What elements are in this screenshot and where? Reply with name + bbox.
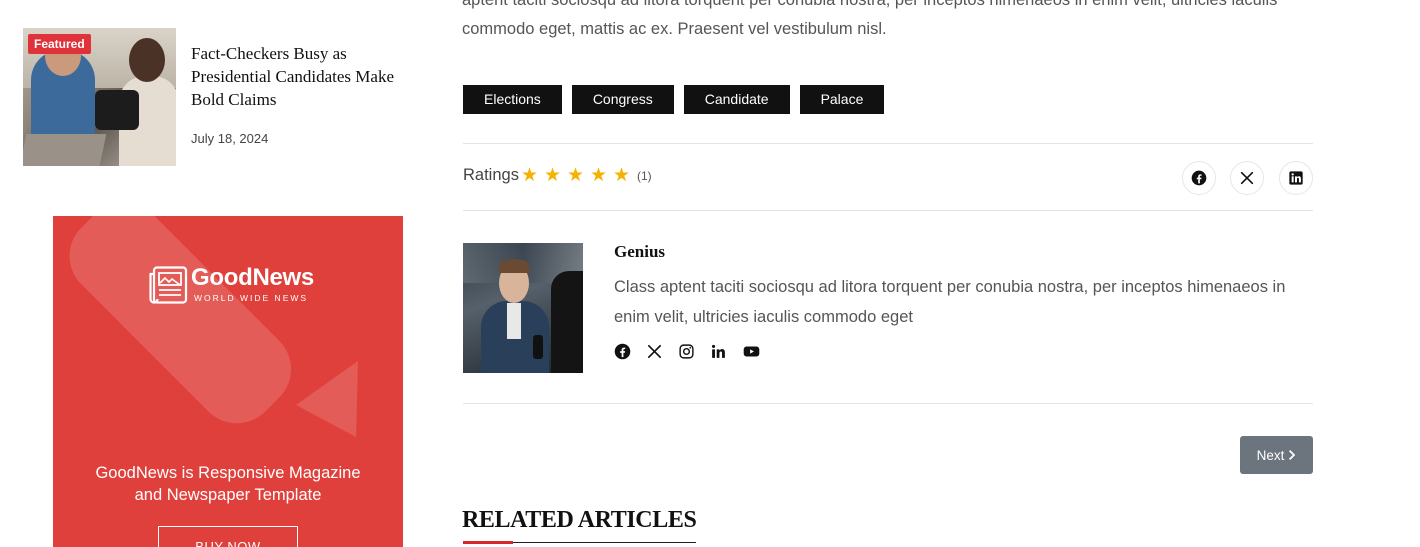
next-label: Next (1256, 447, 1285, 463)
linkedin-icon (1289, 171, 1303, 185)
author-avatar[interactable] (463, 243, 583, 373)
divider (463, 403, 1313, 404)
x-icon (647, 344, 662, 359)
author-instagram-link[interactable] (678, 343, 695, 364)
star-icon[interactable]: ★ (544, 166, 562, 185)
author-x-link[interactable] (646, 343, 663, 364)
author-bio: Class aptent taciti sociosqu ad litora t… (614, 278, 1286, 326)
ad-logo: GoodNews WORLD WIDE NEWS (148, 264, 318, 306)
star-icon[interactable]: ★ (521, 166, 539, 185)
author-name[interactable]: Genius (614, 242, 665, 262)
facebook-icon (614, 343, 631, 360)
instagram-icon (679, 344, 694, 359)
x-icon (1240, 171, 1254, 185)
article-tags: Elections Congress Candidate Palace (463, 85, 885, 114)
article-body-tail: aptent taciti sociosqu ad litora torquen… (462, 0, 1278, 38)
facebook-icon (1191, 170, 1207, 186)
tag-elections[interactable]: Elections (463, 85, 562, 114)
ad-tagline: WORLD WIDE NEWS (194, 293, 309, 303)
ad-description: GoodNews is Responsive Magazine and News… (95, 464, 361, 504)
tag-congress[interactable]: Congress (571, 85, 674, 114)
author-social-links (614, 343, 761, 364)
heading-accent-bar (463, 541, 513, 544)
youtube-icon (743, 346, 760, 357)
divider (463, 143, 1313, 144)
author-youtube-link[interactable] (742, 343, 761, 364)
next-post-button[interactable]: Next (1240, 436, 1313, 474)
author-linkedin-link[interactable] (710, 343, 727, 364)
star-icon[interactable]: ★ (567, 166, 585, 185)
sidebar-ad-banner[interactable]: GoodNews WORLD WIDE NEWS GoodNews is Res… (53, 216, 403, 547)
featured-post-title[interactable]: Fact-Checkers Busy as Presidential Candi… (191, 42, 423, 111)
sidebar-featured-post[interactable]: Featured Fact-Checkers Busy as President… (23, 28, 423, 168)
related-articles-heading: RELATED ARTICLES (462, 507, 697, 533)
ratings-label: Ratings (463, 166, 519, 184)
author-facebook-link[interactable] (614, 343, 631, 364)
buy-now-button[interactable]: BUY NOW (158, 526, 298, 547)
ratings-count: (1) (637, 169, 652, 183)
share-linkedin-button[interactable] (1279, 161, 1313, 195)
linkedin-icon (711, 344, 725, 358)
star-icon[interactable]: ★ (613, 166, 631, 185)
featured-badge: Featured (28, 34, 91, 54)
chevron-right-icon (1289, 449, 1296, 461)
divider (463, 210, 1313, 211)
tag-palace[interactable]: Palace (799, 85, 885, 114)
newspaper-icon (149, 266, 188, 304)
tag-candidate[interactable]: Candidate (683, 85, 790, 114)
ad-brand-name: GoodNews (191, 264, 314, 291)
star-icon[interactable]: ★ (590, 166, 608, 185)
featured-post-date: July 18, 2024 (191, 131, 269, 146)
rating-stars[interactable]: ★ ★ ★ ★ ★ (521, 166, 631, 185)
share-x-button[interactable] (1230, 161, 1264, 195)
share-facebook-button[interactable] (1182, 161, 1216, 195)
featured-post-thumbnail[interactable]: Featured (23, 28, 176, 166)
